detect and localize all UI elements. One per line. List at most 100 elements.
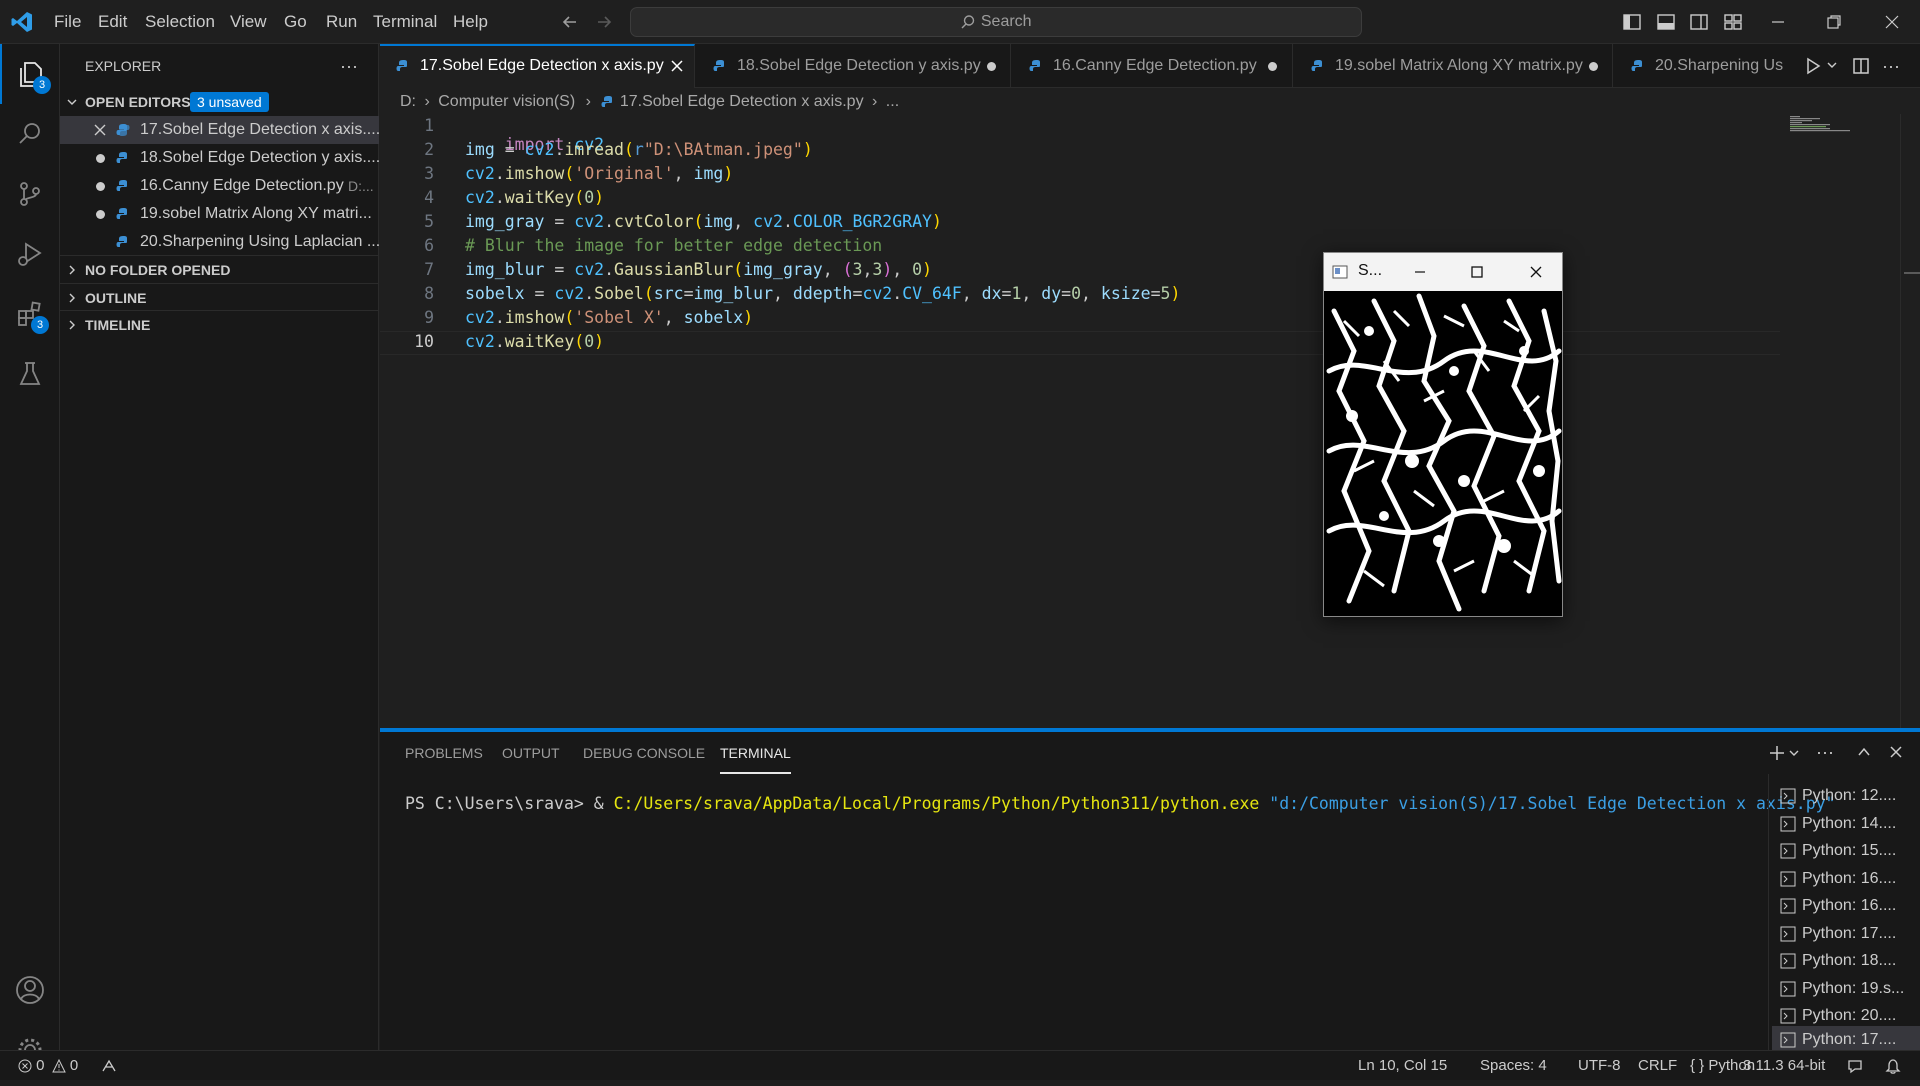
terminal-dropdown-chevron-icon[interactable]: [1788, 747, 1800, 759]
open-editor-item[interactable]: 17.Sobel Edge Detection x axis....: [60, 116, 379, 144]
breadcrumb-file[interactable]: 17.Sobel Edge Detection x axis.py: [620, 93, 864, 110]
menu-help[interactable]: Help: [453, 0, 488, 44]
menu-go[interactable]: Go: [284, 0, 307, 44]
new-terminal-plus-icon[interactable]: [1768, 744, 1786, 762]
chevron-right-icon: ›: [585, 93, 591, 110]
tab-20-sharpening[interactable]: 20.Sharpening Usin: [1613, 44, 1783, 88]
menu-run[interactable]: Run: [326, 0, 357, 44]
close-icon[interactable]: [670, 59, 684, 73]
menu-terminal[interactable]: Terminal: [373, 0, 437, 44]
no-folder-section[interactable]: NO FOLDER OPENED: [60, 255, 379, 283]
extensions-activity[interactable]: 3: [0, 284, 60, 344]
python-interpreter[interactable]: 3.11.3 64-bit: [1743, 1051, 1825, 1081]
terminal-instance[interactable]: Python: 18....: [1772, 947, 1920, 975]
maximize-panel-chevron-up-icon[interactable]: [1856, 744, 1872, 760]
forward-arrow-icon[interactable]: [594, 12, 614, 32]
more-actions-icon[interactable]: ···: [1882, 52, 1900, 80]
more-actions-icon[interactable]: ···: [1816, 738, 1834, 766]
run-dropdown-chevron-icon[interactable]: [1826, 59, 1838, 71]
terminal-instance[interactable]: Python: 16....: [1772, 865, 1920, 893]
breadcrumb-drive[interactable]: D:: [400, 93, 416, 110]
scrollbar-track[interactable]: [1900, 114, 1901, 728]
restore-icon[interactable]: [1824, 12, 1844, 32]
notifications-bell-icon[interactable]: [1884, 1051, 1902, 1081]
open-editor-name: 18.Sobel Edge Detection y axis....: [140, 149, 379, 166]
tab-terminal[interactable]: TERMINAL: [720, 732, 791, 774]
terminal-instance[interactable]: Python: 16....: [1772, 892, 1920, 920]
tab-17-sobel-x[interactable]: 17.Sobel Edge Detection x axis.py: [380, 44, 695, 88]
terminal-output[interactable]: PS C:\Users\srava> & C:/Users/srava/AppD…: [405, 794, 1836, 813]
tab-debug-console[interactable]: DEBUG CONSOLE: [583, 732, 705, 774]
search-placeholder: Search: [980, 13, 1032, 30]
terminal-instance[interactable]: Python: 17....: [1772, 920, 1920, 948]
minimize-icon[interactable]: [1768, 12, 1788, 32]
extensions-badge: 3: [31, 316, 49, 334]
back-arrow-icon[interactable]: [560, 12, 580, 32]
close-window-icon[interactable]: [1882, 12, 1902, 32]
outline-section[interactable]: OUTLINE: [60, 283, 379, 311]
problems-status[interactable]: 0 0: [18, 1051, 78, 1081]
terminal-instance[interactable]: Python: 12....: [1772, 782, 1920, 810]
run-debug-activity[interactable]: [0, 224, 60, 284]
code-line: cv2.waitKey(0): [465, 188, 605, 207]
minimap[interactable]: [1790, 116, 1870, 132]
opencv-window-titlebar[interactable]: S...: [1324, 253, 1562, 291]
python-file-icon: [116, 207, 130, 221]
toggle-panel-icon[interactable]: [1656, 12, 1676, 32]
tab-problems[interactable]: PROBLEMS: [405, 732, 483, 774]
terminal-instance[interactable]: Python: 15....: [1772, 837, 1920, 865]
close-panel-icon[interactable]: [1888, 744, 1904, 760]
more-actions-icon[interactable]: ···: [340, 52, 358, 80]
customize-layout-icon[interactable]: [1723, 12, 1743, 32]
tab-19-sobel-xy[interactable]: 19.sobel Matrix Along XY matrix.py: [1293, 44, 1613, 88]
line-number: 2: [424, 140, 434, 159]
menu-edit[interactable]: Edit: [98, 0, 127, 44]
breadcrumb-symbols[interactable]: ...: [886, 93, 899, 110]
chevron-right-icon: [66, 264, 78, 276]
code-editor[interactable]: 1 2 3 4 5 6 7 8 9 10 import cv2 img = cv…: [380, 114, 1920, 728]
command-center-search[interactable]: Search: [630, 7, 1362, 37]
opencv-sobel-window[interactable]: S...: [1323, 252, 1563, 617]
breadcrumb-folder[interactable]: Computer vision(S): [438, 93, 575, 110]
run-icon[interactable]: [1804, 57, 1822, 75]
tab-18-sobel-y[interactable]: 18.Sobel Edge Detection y axis.py: [695, 44, 1011, 88]
explorer-activity[interactable]: 3: [0, 44, 60, 104]
feedback-icon[interactable]: [1846, 1051, 1864, 1081]
open-editor-name: 20.Sharpening Using Laplacian ...: [140, 233, 379, 250]
minimize-icon[interactable]: [1412, 264, 1428, 280]
open-editor-path: D:...: [348, 178, 374, 194]
split-editor-icon[interactable]: [1852, 57, 1870, 75]
open-editors-header[interactable]: OPEN EDITORS 3 unsaved: [60, 88, 379, 116]
tab-label: 20.Sharpening Usin: [1655, 57, 1783, 74]
maximize-icon[interactable]: [1469, 264, 1485, 280]
source-control-activity[interactable]: [0, 164, 60, 224]
open-editor-item[interactable]: 16.Canny Edge Detection.py D:...: [60, 172, 379, 200]
menu-view[interactable]: View: [230, 0, 267, 44]
close-icon[interactable]: [1528, 264, 1544, 280]
menu-file[interactable]: File: [54, 0, 81, 44]
open-editor-item[interactable]: 20.Sharpening Using Laplacian ...: [60, 228, 379, 256]
close-icon[interactable]: [93, 123, 107, 137]
terminal-prompt: PS C:\Users\srava> &: [405, 794, 614, 813]
testing-activity[interactable]: [0, 344, 60, 404]
line-number: 3: [424, 164, 434, 183]
indentation[interactable]: Spaces: 4: [1480, 1051, 1547, 1081]
end-of-line[interactable]: CRLF: [1638, 1051, 1677, 1081]
timeline-section[interactable]: TIMELINE: [60, 310, 379, 338]
terminal-instance-label: Python: 16....: [1802, 897, 1897, 914]
accounts-activity[interactable]: [0, 960, 60, 1020]
open-editor-item[interactable]: 18.Sobel Edge Detection y axis....: [60, 144, 379, 172]
tab-output[interactable]: OUTPUT: [502, 732, 560, 774]
cursor-position[interactable]: Ln 10, Col 15: [1358, 1051, 1447, 1081]
toggle-sidebar-icon[interactable]: [1622, 12, 1642, 32]
encoding[interactable]: UTF-8: [1578, 1051, 1621, 1081]
menu-selection[interactable]: Selection: [145, 0, 215, 44]
terminal-instance[interactable]: Python: 14....: [1772, 810, 1920, 838]
toggle-secondary-sidebar-icon[interactable]: [1689, 12, 1709, 32]
python-file-icon: [116, 179, 130, 193]
open-editor-item[interactable]: 19.sobel Matrix Along XY matri...: [60, 200, 379, 228]
tab-16-canny[interactable]: 16.Canny Edge Detection.py: [1011, 44, 1293, 88]
port-forward-icon[interactable]: [100, 1051, 118, 1081]
terminal-instance[interactable]: Python: 19.s...: [1772, 975, 1920, 1003]
search-activity[interactable]: [0, 104, 60, 164]
